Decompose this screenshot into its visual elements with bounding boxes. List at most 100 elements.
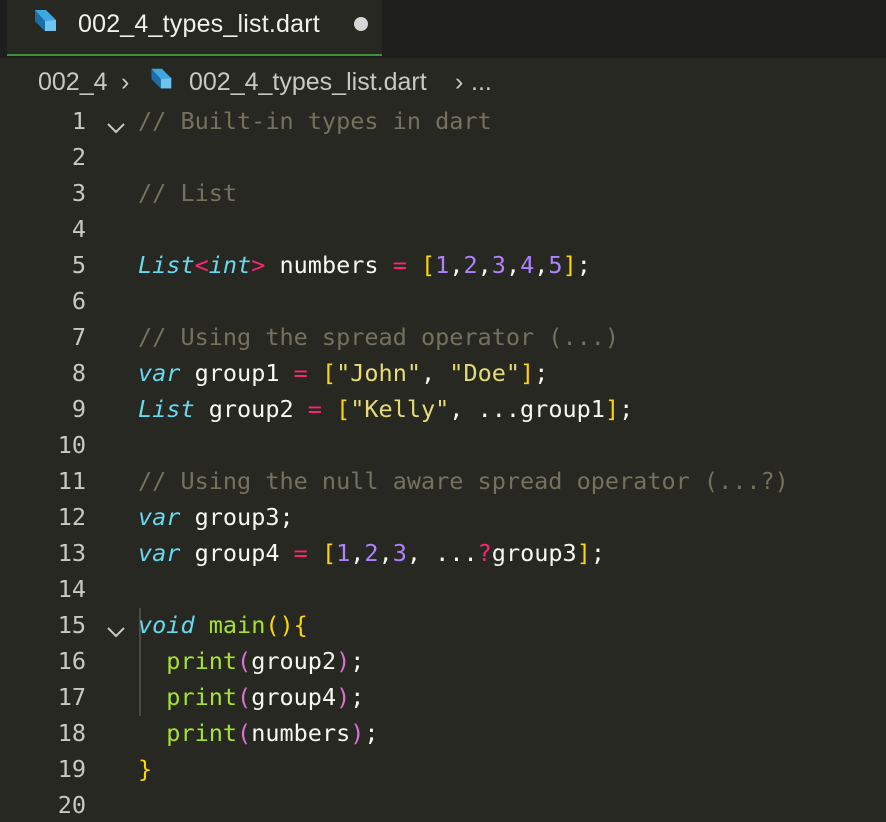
code-token: ? xyxy=(477,539,492,567)
code-token: 2 xyxy=(463,251,478,279)
line-number: 8 xyxy=(71,359,86,387)
code-token: var xyxy=(138,539,181,567)
line-number: 13 xyxy=(57,539,86,567)
code-line[interactable]: 9 List group2 = ["Kelly", ...group1]; xyxy=(0,390,886,426)
line-number: 7 xyxy=(71,323,86,351)
code-token: , xyxy=(505,251,521,279)
code-line[interactable]: 14 xyxy=(0,570,886,606)
code-token: // Using the spread operator (...) xyxy=(138,323,620,351)
code-token: 1 xyxy=(435,251,450,279)
code-token: () xyxy=(265,611,294,639)
chevron-right-icon: › xyxy=(121,68,130,96)
code-text: var group3; xyxy=(138,503,294,531)
line-number: 9 xyxy=(71,395,86,423)
code-token: , xyxy=(477,251,492,279)
code-token: group1 xyxy=(180,359,294,387)
code-line[interactable]: 5 List<int> numbers = [1,2,3,4,5]; xyxy=(0,246,886,282)
code-token: [ xyxy=(321,539,337,567)
code-token: List xyxy=(138,395,195,423)
code-token: ) xyxy=(350,719,365,747)
code-token: , xyxy=(378,539,393,567)
code-text: List group2 = ["Kelly", ...group1]; xyxy=(138,395,633,423)
code-token: } xyxy=(138,755,153,783)
code-token: numbers xyxy=(265,251,393,279)
code-line[interactable]: 4 xyxy=(0,210,886,246)
line-number: 4 xyxy=(71,215,86,243)
code-line[interactable]: 11 // Using the null aware spread operato… xyxy=(0,462,886,498)
code-token: [ xyxy=(321,359,337,387)
code-line[interactable]: 18 print(numbers); xyxy=(0,714,886,750)
code-line[interactable]: 3 // List xyxy=(0,174,886,210)
code-line[interactable]: 6 xyxy=(0,282,886,318)
code-token: ] xyxy=(576,539,591,567)
code-token: 5 xyxy=(548,251,563,279)
code-token: var xyxy=(138,503,181,531)
code-line[interactable]: 20 xyxy=(0,786,886,822)
code-token: "John" xyxy=(336,359,421,387)
code-line[interactable]: 1 // Built-in types in dart xyxy=(0,102,886,138)
code-token: int xyxy=(208,251,252,279)
tab-title: 002_4_types_list.dart xyxy=(78,10,320,38)
code-token: group2 xyxy=(251,647,337,675)
dart-icon xyxy=(29,7,59,42)
fold-chevron-down-icon[interactable] xyxy=(106,617,126,645)
line-number: 15 xyxy=(57,611,86,639)
code-token: 3 xyxy=(392,539,407,567)
code-token: void xyxy=(138,611,195,639)
breadcrumb-folder[interactable]: 002_4 xyxy=(38,68,108,97)
code-line[interactable]: 2 xyxy=(0,138,886,174)
code-text: void main(){ xyxy=(138,611,308,639)
line-number: 19 xyxy=(57,755,86,783)
code-token: "Doe" xyxy=(449,359,521,387)
code-text: print(group4); xyxy=(138,683,364,711)
code-token: ] xyxy=(604,395,620,423)
tab-bar: 002_4_types_list.dart xyxy=(0,0,886,58)
breadcrumb-more[interactable]: ... xyxy=(471,68,492,97)
code-token: group4 xyxy=(180,539,294,567)
code-text: // Using the spread operator (...) xyxy=(138,323,619,351)
code-token: ] xyxy=(520,359,535,387)
line-number: 16 xyxy=(57,647,86,675)
line-number: 1 xyxy=(71,107,86,135)
code-line[interactable]: 13 var group4 = [1,2,3, ...?group3]; xyxy=(0,534,886,570)
fold-chevron-down-icon[interactable] xyxy=(106,113,126,141)
code-token: var xyxy=(138,359,181,387)
code-text: var group1 = ["John", "Doe"]; xyxy=(138,359,548,387)
code-line[interactable]: 16 print(group2); xyxy=(0,642,886,678)
code-token: , xyxy=(449,251,464,279)
code-line[interactable]: 17 print(group4); xyxy=(0,678,886,714)
code-text: List<int> numbers = [1,2,3,4,5]; xyxy=(138,251,591,279)
line-number: 6 xyxy=(71,287,86,315)
code-token: [ xyxy=(421,251,436,279)
unsaved-indicator[interactable] xyxy=(354,17,368,31)
code-token: ; xyxy=(534,359,549,387)
code-token: // Built-in types in dart xyxy=(138,107,492,135)
code-line[interactable]: 19} xyxy=(0,750,886,786)
code-line[interactable]: 8 var group1 = ["John", "Doe"]; xyxy=(0,354,886,390)
code-line[interactable]: 10 xyxy=(0,426,886,462)
code-token: List xyxy=(138,251,195,279)
code-line[interactable]: 15 void main(){ xyxy=(0,606,886,642)
code-token: ( xyxy=(237,683,252,711)
code-line[interactable]: 7 // Using the spread operator (...) xyxy=(0,318,886,354)
breadcrumb-file[interactable]: 002_4_types_list.dart xyxy=(189,68,427,97)
code-token: ( xyxy=(237,719,252,747)
line-number: 3 xyxy=(71,179,86,207)
line-number: 20 xyxy=(57,791,86,819)
code-token: ; xyxy=(619,395,634,423)
code-token: print xyxy=(166,719,238,747)
editor-tab[interactable]: 002_4_types_list.dart xyxy=(7,0,382,56)
code-token: , ... xyxy=(406,539,478,567)
code-line[interactable]: 12 var group3; xyxy=(0,498,886,534)
code-text: print(numbers); xyxy=(138,719,378,747)
code-token: "Kelly" xyxy=(350,395,450,423)
code-token: { xyxy=(293,611,308,639)
code-token: numbers xyxy=(251,719,351,747)
code-token: main xyxy=(208,611,266,639)
chevron-right-icon: › xyxy=(455,68,464,96)
code-editor[interactable]: 1// Built-in types in dart 2 3// List 4 5 Lis… xyxy=(0,102,886,819)
